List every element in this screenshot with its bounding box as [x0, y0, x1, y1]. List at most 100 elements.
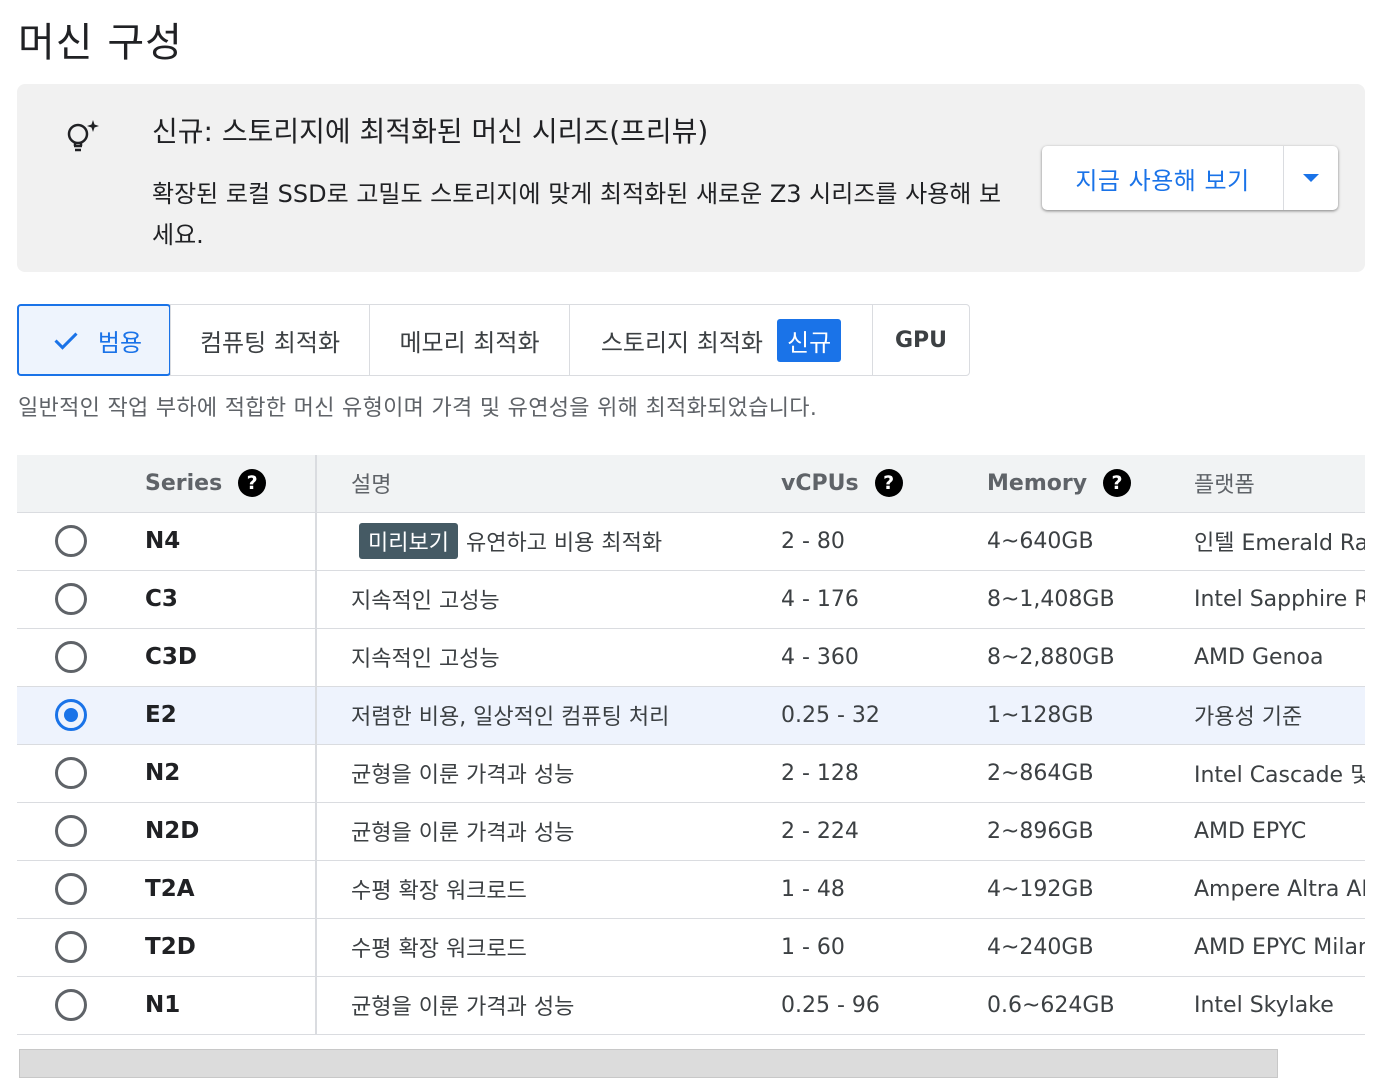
- series-description: 균형을 이룬 가격과 성능: [315, 802, 761, 861]
- header-series: Series ?: [127, 455, 316, 513]
- tab-gpu[interactable]: GPU: [872, 305, 969, 375]
- caret-down-icon: [1303, 174, 1319, 182]
- help-icon[interactable]: ?: [238, 469, 267, 498]
- series-radio[interactable]: [55, 931, 87, 963]
- series-memory: 2~896GB: [969, 802, 1194, 861]
- series-memory: 8~2,880GB: [969, 628, 1194, 687]
- table-row[interactable]: T2A 수평 확장 워크로드 1 - 48 4~192GB Ampere Alt…: [17, 860, 1365, 919]
- tab-general-purpose[interactable]: 범용: [17, 304, 171, 376]
- header-vcpus: vCPUs ?: [761, 455, 969, 513]
- header-vcpus-label: vCPUs: [781, 470, 859, 496]
- machine-family-tabs: 범용 컴퓨팅 최적화 메모리 최적화 스토리지 최적화 신규 GPU: [17, 304, 970, 376]
- table-row[interactable]: C3 지속적인 고성능 4 - 176 8~1,408GB Intel Sapp…: [17, 570, 1365, 629]
- series-description: 균형을 이룬 가격과 성능: [315, 744, 761, 803]
- series-vcpus: 4 - 360: [761, 628, 969, 687]
- table-row[interactable]: N4 미리보기 유연하고 비용 최적화 2 - 80 4~640GB 인텔 Eme…: [17, 512, 1365, 571]
- series-platform: Intel Sapphire Rapids: [1194, 570, 1365, 629]
- series-radio[interactable]: [55, 873, 87, 905]
- series-platform: AMD EPYC: [1194, 802, 1365, 861]
- series-name: N1: [127, 976, 316, 1035]
- table-row[interactable]: C3D 지속적인 고성능 4 - 360 8~2,880GB AMD Genoa: [17, 628, 1365, 687]
- series-vcpus: 0.25 - 32: [761, 686, 969, 745]
- series-platform: 인텔 Emerald Rapids: [1194, 512, 1365, 571]
- series-description: 균형을 이룬 가격과 성능: [315, 976, 761, 1035]
- series-vcpus: 1 - 60: [761, 918, 969, 977]
- help-icon[interactable]: ?: [1103, 469, 1132, 498]
- series-name: E2: [127, 686, 316, 745]
- series-memory: 4~192GB: [969, 860, 1194, 919]
- series-memory: 0.6~624GB: [969, 976, 1194, 1035]
- series-name: C3: [127, 570, 316, 629]
- tab-storage-optimized[interactable]: 스토리지 최적화 신규: [569, 305, 872, 375]
- series-radio[interactable]: [55, 815, 87, 847]
- tab-label: 메모리 최적화: [399, 328, 540, 357]
- series-radio[interactable]: [55, 525, 87, 557]
- tab-compute-optimized[interactable]: 컴퓨팅 최적화: [170, 305, 369, 375]
- tab-label: GPU: [894, 327, 948, 353]
- check-icon: [54, 332, 78, 350]
- series-platform: 가용성 기준: [1194, 686, 1365, 745]
- series-description: 수평 확장 워크로드: [315, 860, 761, 919]
- table-header-row: Series ? 설명 vCPUs ? Memory ? 플랫폼: [17, 455, 1365, 513]
- header-memory-label: Memory: [987, 470, 1088, 496]
- series-name: N2: [127, 744, 316, 803]
- series-vcpus: 2 - 80: [761, 512, 969, 571]
- promo-banner: 신규: 스토리지에 최적화된 머신 시리즈(프리뷰) 확장된 로컬 SSD로 고…: [17, 84, 1365, 272]
- header-platform: 플랫폼: [1194, 455, 1365, 513]
- series-vcpus: 4 - 176: [761, 570, 969, 629]
- page-title: 머신 구성: [18, 20, 183, 66]
- table-row[interactable]: N2 균형을 이룬 가격과 성능 2 - 128 2~864GB Intel C…: [17, 744, 1365, 803]
- new-badge: 신규: [777, 318, 842, 362]
- series-radio[interactable]: [55, 583, 87, 615]
- tab-memory-optimized[interactable]: 메모리 최적화: [369, 305, 569, 375]
- series-platform: Intel Cascade 및 Ice Lake: [1194, 744, 1365, 803]
- series-platform: AMD Genoa: [1194, 628, 1365, 687]
- series-radio[interactable]: [55, 757, 87, 789]
- horizontal-scrollbar[interactable]: [19, 1049, 1278, 1078]
- series-name: T2A: [127, 860, 316, 919]
- header-memory: Memory ?: [969, 455, 1194, 513]
- help-icon[interactable]: ?: [874, 469, 903, 498]
- table-row[interactable]: T2D 수평 확장 워크로드 1 - 60 4~240GB AMD EPYC M…: [17, 918, 1365, 977]
- series-memory: 2~864GB: [969, 744, 1194, 803]
- header-platform-label: 플랫폼: [1194, 473, 1255, 499]
- tab-label: 컴퓨팅 최적화: [199, 328, 341, 357]
- series-vcpus: 2 - 224: [761, 802, 969, 861]
- series-description: 지속적인 고성능: [315, 628, 761, 687]
- series-platform: Ampere Altra ARM: [1194, 860, 1365, 919]
- header-description: 설명: [315, 455, 761, 513]
- family-description: 일반적인 작업 부하에 적합한 머신 유형이며 가격 및 유연성을 위해 최적화…: [18, 396, 818, 421]
- series-radio[interactable]: [55, 989, 87, 1021]
- lightbulb-sparkle-icon: [67, 120, 99, 152]
- series-name: T2D: [127, 918, 316, 977]
- preview-badge: 미리보기: [359, 523, 458, 559]
- series-platform: AMD EPYC Milan: [1194, 918, 1365, 977]
- tab-label: 범용: [97, 328, 143, 357]
- table-row-selected[interactable]: E2 저렴한 비용, 일상적인 컴퓨팅 처리 0.25 - 32 1~128GB…: [17, 686, 1365, 745]
- series-description: 지속적인 고성능: [315, 570, 761, 629]
- try-now-dropdown-button[interactable]: [1284, 146, 1338, 210]
- series-description: 유연하고 비용 최적화: [465, 531, 663, 556]
- series-description: 저렴한 비용, 일상적인 컴퓨팅 처리: [315, 686, 761, 745]
- series-table: Series ? 설명 vCPUs ? Memory ? 플랫폼 N4 미리보기…: [17, 455, 1365, 1035]
- series-vcpus: 0.25 - 96: [761, 976, 969, 1035]
- series-vcpus: 1 - 48: [761, 860, 969, 919]
- table-row[interactable]: N1 균형을 이룬 가격과 성능 0.25 - 96 0.6~624GB Int…: [17, 976, 1365, 1035]
- series-memory: 4~240GB: [969, 918, 1194, 977]
- series-radio-checked[interactable]: [55, 699, 87, 731]
- series-memory: 1~128GB: [969, 686, 1194, 745]
- series-name: N2D: [127, 802, 316, 861]
- try-now-button[interactable]: 지금 사용해 보기: [1042, 146, 1283, 210]
- table-row[interactable]: N2D 균형을 이룬 가격과 성능 2 - 224 2~896GB AMD EP…: [17, 802, 1365, 861]
- header-description-label: 설명: [351, 473, 392, 499]
- series-name: N4: [127, 512, 316, 571]
- series-memory: 4~640GB: [969, 512, 1194, 571]
- series-memory: 8~1,408GB: [969, 570, 1194, 629]
- banner-body: 확장된 로컬 SSD로 고밀도 스토리지에 맞게 최적화된 새로운 Z3 시리즈…: [152, 180, 1002, 249]
- series-radio[interactable]: [55, 641, 87, 673]
- series-platform: Intel Skylake: [1194, 976, 1365, 1035]
- header-series-label: Series: [145, 470, 223, 496]
- series-name: C3D: [127, 628, 316, 687]
- series-vcpus: 2 - 128: [761, 744, 969, 803]
- series-description: 수평 확장 워크로드: [315, 918, 761, 977]
